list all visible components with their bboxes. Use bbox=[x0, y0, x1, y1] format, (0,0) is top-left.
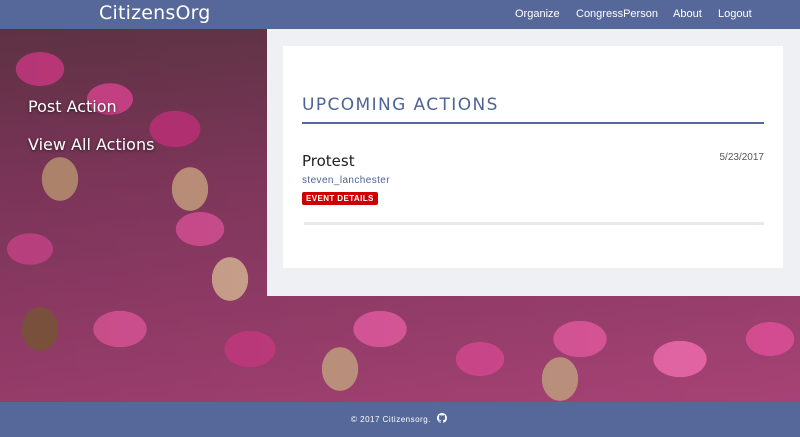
action-title: Protest bbox=[302, 152, 355, 170]
item-divider bbox=[304, 222, 764, 225]
action-user-link[interactable]: steven_lanchester bbox=[302, 175, 390, 186]
post-action-link[interactable]: Post Action bbox=[28, 97, 117, 116]
event-details-button[interactable]: EVENT DETAILS bbox=[302, 192, 378, 205]
panel-title: UPCOMING ACTIONS bbox=[302, 95, 499, 115]
nav-about-link[interactable]: About bbox=[673, 0, 702, 29]
brand-logo[interactable]: CitizensOrg bbox=[99, 2, 211, 24]
action-date: 5/23/2017 bbox=[719, 152, 765, 163]
upcoming-actions-card: UPCOMING ACTIONS Protest 5/23/2017 steve… bbox=[283, 46, 783, 268]
view-all-actions-link[interactable]: View All Actions bbox=[28, 135, 154, 154]
top-navbar: CitizensOrg Organize CongressPerson Abou… bbox=[0, 0, 800, 29]
title-divider bbox=[302, 122, 764, 124]
nav-congressperson-link[interactable]: CongressPerson bbox=[576, 0, 658, 29]
footer: © 2017 Citizensorg. bbox=[0, 402, 800, 437]
footer-copyright: © 2017 Citizensorg. bbox=[351, 415, 431, 424]
nav-logout-link[interactable]: Logout bbox=[718, 0, 752, 29]
github-icon[interactable] bbox=[437, 413, 447, 423]
nav-organize-link[interactable]: Organize bbox=[515, 0, 560, 29]
